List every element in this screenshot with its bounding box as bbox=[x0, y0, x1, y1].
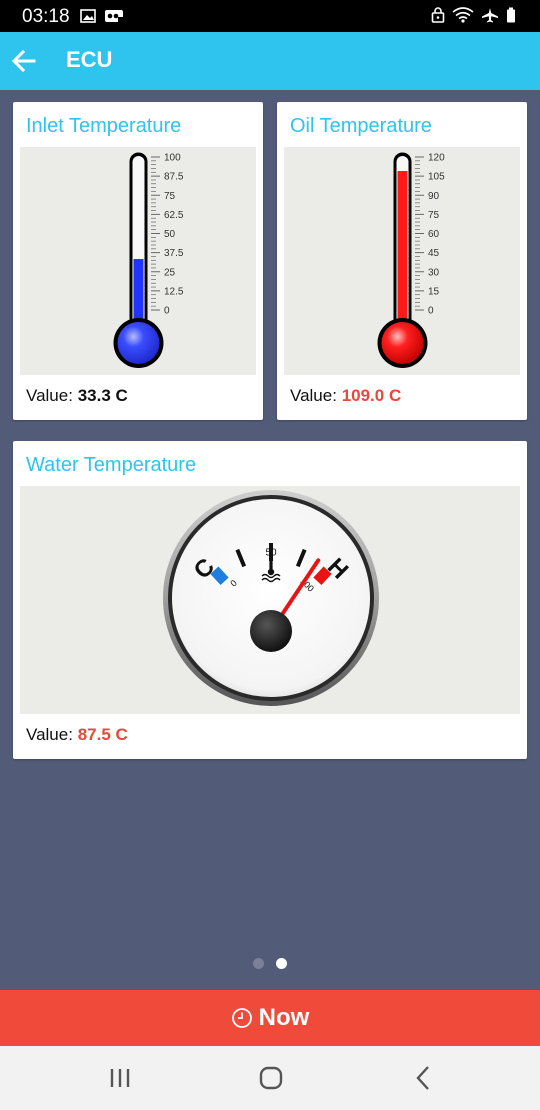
clock-icon bbox=[231, 1008, 252, 1028]
scale-label: 30 bbox=[428, 267, 440, 278]
value-number: 109.0 C bbox=[341, 386, 402, 405]
now-label: Now bbox=[258, 1004, 310, 1031]
scale-label: 62.5 bbox=[164, 210, 184, 221]
scale-label: 87.5 bbox=[164, 172, 184, 183]
status-left-icons bbox=[80, 8, 124, 24]
scale-labels: 100 87.5 75 62.5 50 37.5 25 12.5 0 bbox=[164, 153, 184, 317]
scale-label: 60 bbox=[428, 229, 440, 240]
page-dot[interactable] bbox=[253, 958, 264, 969]
status-right-icons bbox=[431, 7, 516, 23]
value-label: Value: bbox=[26, 386, 73, 405]
app-bar: ECU bbox=[0, 32, 540, 90]
scale-label: 15 bbox=[428, 286, 440, 297]
card-title: Inlet Temperature bbox=[26, 115, 182, 137]
scale-label: 0 bbox=[428, 306, 434, 317]
page-indicator bbox=[0, 958, 540, 969]
back-chevron-icon bbox=[416, 1066, 429, 1090]
card-title: Oil Temperature bbox=[290, 115, 432, 137]
mercury-column bbox=[397, 171, 408, 343]
status-time: 03:18 bbox=[22, 6, 70, 27]
scale-label: 75 bbox=[164, 191, 176, 202]
scale-label: 50 bbox=[164, 229, 176, 240]
home-icon bbox=[259, 1066, 283, 1090]
inlet-temperature-card[interactable]: Inlet Temperature 100 87.5 75 62.5 50 37.5 25 1… bbox=[13, 102, 263, 420]
recent-apps-icon bbox=[110, 1069, 130, 1087]
page-title: ECU bbox=[66, 47, 113, 72]
wifi-icon bbox=[452, 7, 474, 23]
thermometer-bulb bbox=[117, 322, 160, 364]
scale-label: 75 bbox=[428, 210, 440, 221]
value-readout: Value: 109.0 C bbox=[290, 386, 401, 406]
value-number: 87.5 C bbox=[77, 725, 128, 744]
thermometer-panel: 100 87.5 75 62.5 50 37.5 25 12.5 0 bbox=[20, 147, 256, 375]
gallery-icon bbox=[80, 9, 96, 23]
battery-icon bbox=[507, 7, 515, 23]
scale-label: 105 bbox=[428, 172, 445, 183]
dial-gauge: C H 0 50 100 bbox=[163, 490, 379, 706]
status-bar: 03:18 bbox=[0, 0, 540, 32]
now-button[interactable]: Now bbox=[0, 990, 540, 1046]
back-nav-button[interactable] bbox=[403, 1060, 443, 1096]
voicemail-icon bbox=[105, 10, 123, 22]
value-number: 33.3 C bbox=[77, 386, 128, 405]
recent-apps-button[interactable] bbox=[100, 1060, 140, 1096]
thermometer-gauge: 100 87.5 75 62.5 50 37.5 25 12.5 0 bbox=[113, 152, 184, 368]
arrow-left-icon bbox=[11, 49, 36, 73]
scale-label: 90 bbox=[428, 191, 440, 202]
scale-label: 0 bbox=[164, 306, 170, 317]
scale-label: 37.5 bbox=[164, 248, 184, 259]
scale-label: 25 bbox=[164, 267, 176, 278]
scale-label: 100 bbox=[164, 153, 181, 164]
back-button[interactable] bbox=[8, 45, 40, 77]
thermometer-panel: 120 105 90 75 60 45 30 15 0 bbox=[284, 147, 520, 375]
page-dot-active[interactable] bbox=[276, 958, 287, 969]
card-title: Water Temperature bbox=[26, 454, 197, 476]
value-label: Value: bbox=[26, 725, 73, 744]
lock-icon bbox=[431, 7, 445, 23]
value-readout: Value: 33.3 C bbox=[26, 386, 128, 406]
scale-labels: 120 105 90 75 60 45 30 15 0 bbox=[428, 153, 445, 317]
scale-label: 12.5 bbox=[164, 286, 184, 297]
oil-temperature-card[interactable]: Oil Temperature 120 105 90 75 60 45 30 15 0 Valu… bbox=[277, 102, 527, 420]
thermometer-gauge: 120 105 90 75 60 45 30 15 0 bbox=[377, 152, 445, 368]
value-readout: Value: 87.5 C bbox=[26, 725, 128, 745]
thermometer-bulb bbox=[381, 322, 424, 364]
scale-ticks bbox=[151, 156, 160, 311]
water-temperature-card[interactable]: Water Temperature C H 0 50 100 Value: 87… bbox=[13, 441, 527, 759]
scale-label: 45 bbox=[428, 248, 440, 259]
scale-label: 120 bbox=[428, 153, 445, 164]
home-button[interactable] bbox=[251, 1060, 291, 1096]
dial-gauge-panel: C H 0 50 100 bbox=[20, 486, 520, 714]
system-nav-bar bbox=[0, 1046, 540, 1110]
scale-ticks bbox=[415, 156, 424, 311]
value-label: Value: bbox=[290, 386, 337, 405]
airplane-mode-icon bbox=[482, 8, 498, 23]
gauge-hub bbox=[250, 610, 292, 652]
gauge-face bbox=[172, 499, 370, 697]
